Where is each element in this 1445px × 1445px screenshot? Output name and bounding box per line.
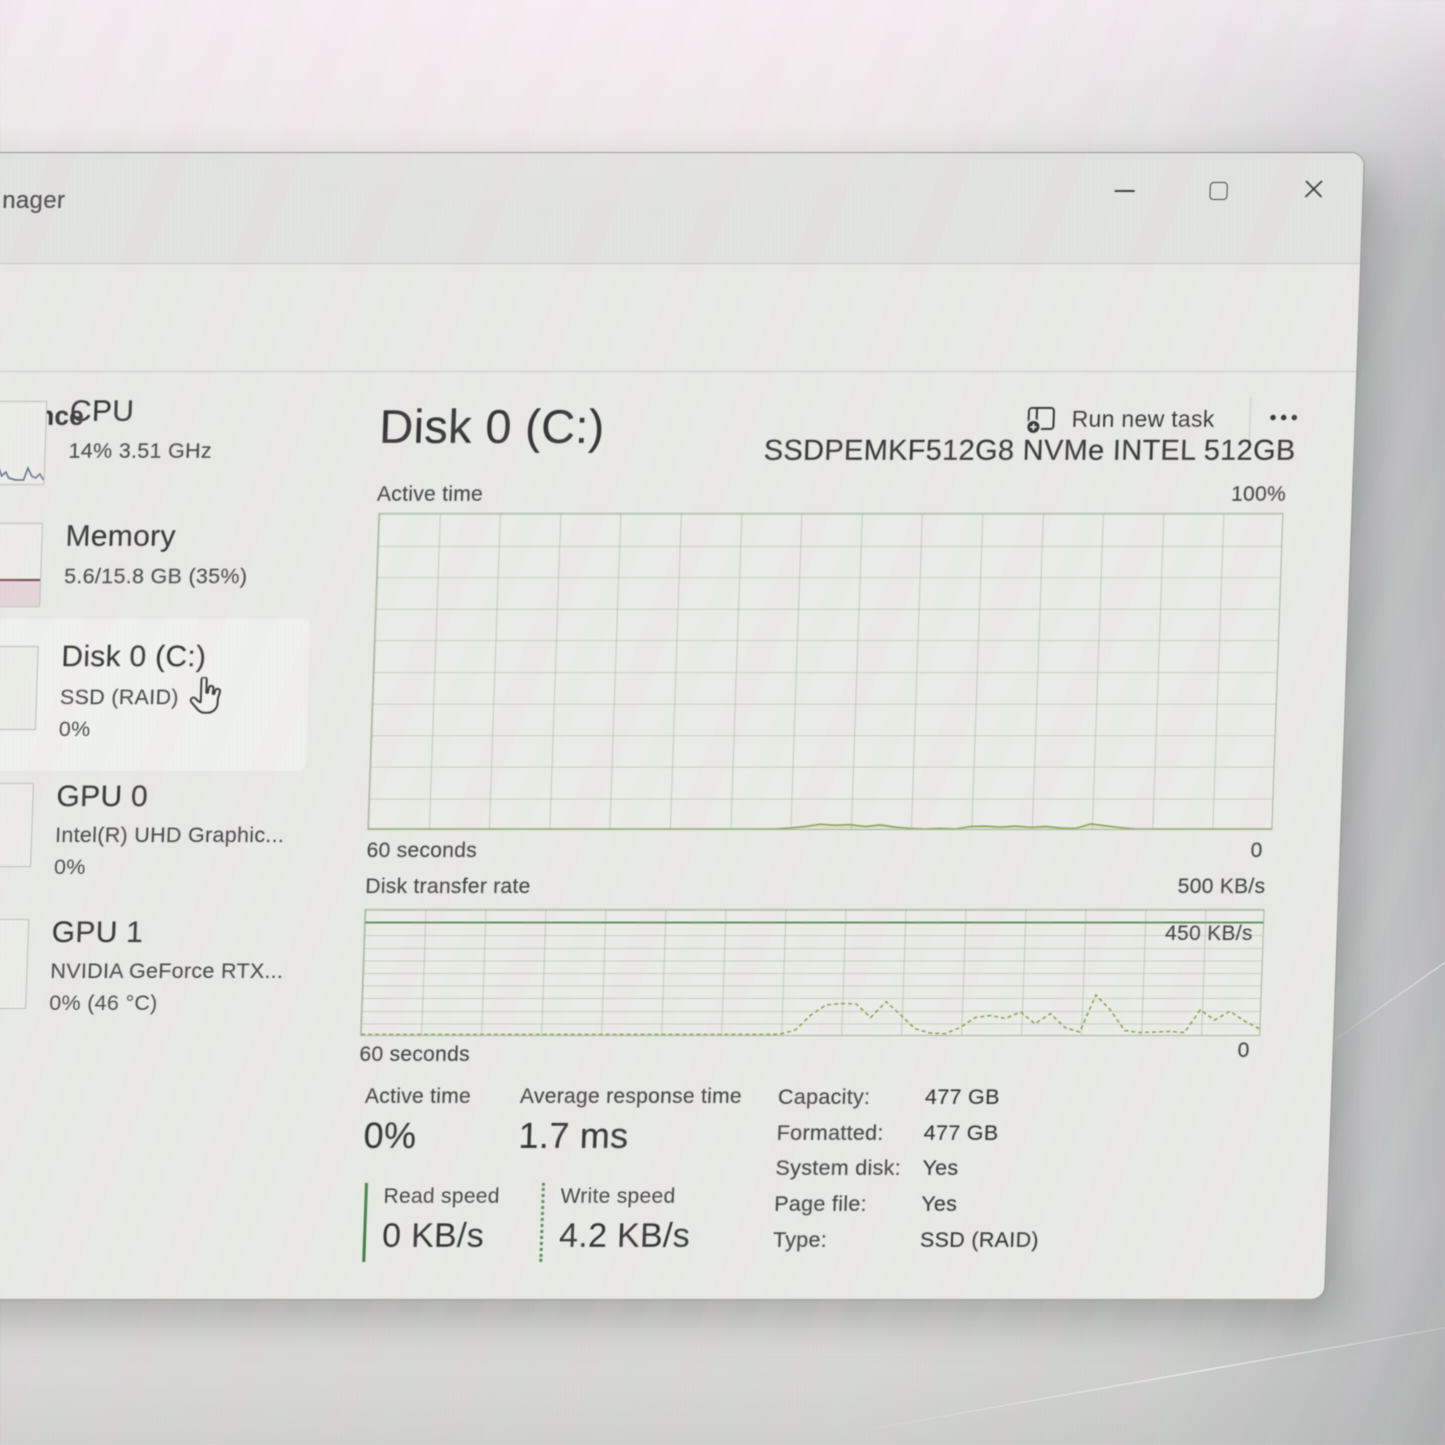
detail-label: Capacity: [778,1085,871,1110]
sidebar-item-detail: NVIDIA GeForce RTX... [50,959,284,984]
run-new-task-label: Run new task [1071,406,1215,433]
sidebar-item-label: CPU [69,395,134,429]
detail-label: Type: [773,1228,828,1253]
gpu0-mini-graph [0,783,34,867]
read-speed-block: Read speed 0 KB/s [362,1183,500,1262]
sidebar-item-label: Memory [65,520,176,554]
sidebar-item-memory[interactable]: Memory 5.6/15.8 GB (35%) [0,515,314,627]
detail-value: Yes [922,1156,959,1181]
sidebar-item-disk0[interactable]: Disk 0 (C:) SSD (RAID) 0% [0,619,311,771]
disk-panel-title: Disk 0 (C:) [378,399,605,454]
transfer-rate-ymax-label: 500 KB/s [1105,875,1266,899]
photo-light-streak [826,1304,1445,1438]
active-time-x-left-label: 60 seconds [366,839,477,863]
detail-value: SSD (RAID) [920,1228,1040,1253]
title-bar: nager [0,153,1364,264]
hand-cursor-icon [187,677,222,715]
photo-light-streak [1424,115,1445,547]
disk-model-name: SSDPEMKF512G8 NVMe INTEL 512GB [630,435,1296,468]
cpu-mini-graph [0,401,47,485]
close-button[interactable] [1291,169,1336,209]
read-speed-value: 0 KB/s [381,1217,499,1256]
memory-usage-fill [0,581,40,606]
avg-response-stat-value: 1.7 ms [518,1115,629,1157]
sidebar-item-detail: SSD (RAID) [60,685,180,710]
transfer-rate-chart-line [361,910,1263,1035]
sidebar-item-label: Disk 0 (C:) [61,640,207,674]
active-time-stat-label: Active time [365,1085,472,1109]
detail-value: 477 GB [925,1085,1001,1110]
sidebar-item-detail: Intel(R) UHD Graphic... [55,823,285,848]
sidebar-item-detail: 5.6/15.8 GB (35%) [64,564,248,589]
close-icon [1302,178,1325,200]
detail-label: Formatted: [776,1121,884,1146]
active-time-chart [367,513,1283,830]
sidebar-item-label: GPU 0 [56,780,149,814]
write-speed-value: 4.2 KB/s [558,1217,690,1256]
maximize-icon [1209,182,1228,200]
gpu1-mini-graph [0,919,29,1009]
disk-mini-graph [0,646,39,730]
sidebar-item-gpu1[interactable]: GPU 1 NVIDIA GeForce RTX... 0% (46 °C) [0,911,300,1037]
sidebar-item-percent: 0% [58,717,91,742]
avg-response-stat-label: Average response time [520,1085,743,1109]
detail-value: 477 GB [923,1121,999,1146]
write-speed-block: Write speed 4.2 KB/s [539,1183,692,1262]
sidebar-item-detail: 14% 3.51 GHz [68,439,212,464]
cpu-sparkline-icon [0,456,44,482]
maximize-button[interactable] [1196,171,1241,211]
transfer-rate-x-left-label: 60 seconds [359,1043,470,1067]
minimize-button[interactable] [1102,171,1147,211]
sidebar-item-cpu[interactable]: CPU 14% 3.51 GHz [0,393,319,505]
transfer-rate-ref-label: 450 KB/s [1165,922,1253,946]
active-time-chart-line [368,514,1282,829]
active-time-stat-value: 0% [363,1115,417,1157]
task-manager-window: nager rmance Run new task ••• [0,152,1365,1300]
window-title: nager [2,187,66,215]
sidebar-item-percent: 0% [54,855,87,880]
detail-label: Page file: [774,1192,868,1217]
detail-value: Yes [921,1192,958,1217]
transfer-rate-chart-title: Disk transfer rate [365,875,531,899]
memory-mini-graph [0,523,43,607]
active-time-chart-title: Active time [377,483,484,507]
detail-label: System disk: [775,1156,901,1181]
memory-usage-line [0,579,40,581]
run-new-task-icon [1023,402,1058,436]
sidebar-item-label: GPU 1 [51,916,144,950]
write-speed-label: Write speed [560,1185,692,1209]
active-time-x-right-label: 0 [1222,839,1263,863]
read-speed-label: Read speed [383,1185,500,1209]
sidebar-item-percent: 0% (46 °C) [49,991,158,1016]
transfer-rate-x-right-label: 0 [1209,1039,1250,1063]
page-header: rmance Run new task ••• [0,263,1360,372]
sidebar-item-gpu0[interactable]: GPU 0 Intel(R) UHD Graphic... 0% [0,775,305,895]
transfer-rate-chart: 450 KB/s [360,909,1264,1036]
active-time-ymax-label: 100% [1129,483,1287,507]
minimize-icon [1115,190,1135,192]
